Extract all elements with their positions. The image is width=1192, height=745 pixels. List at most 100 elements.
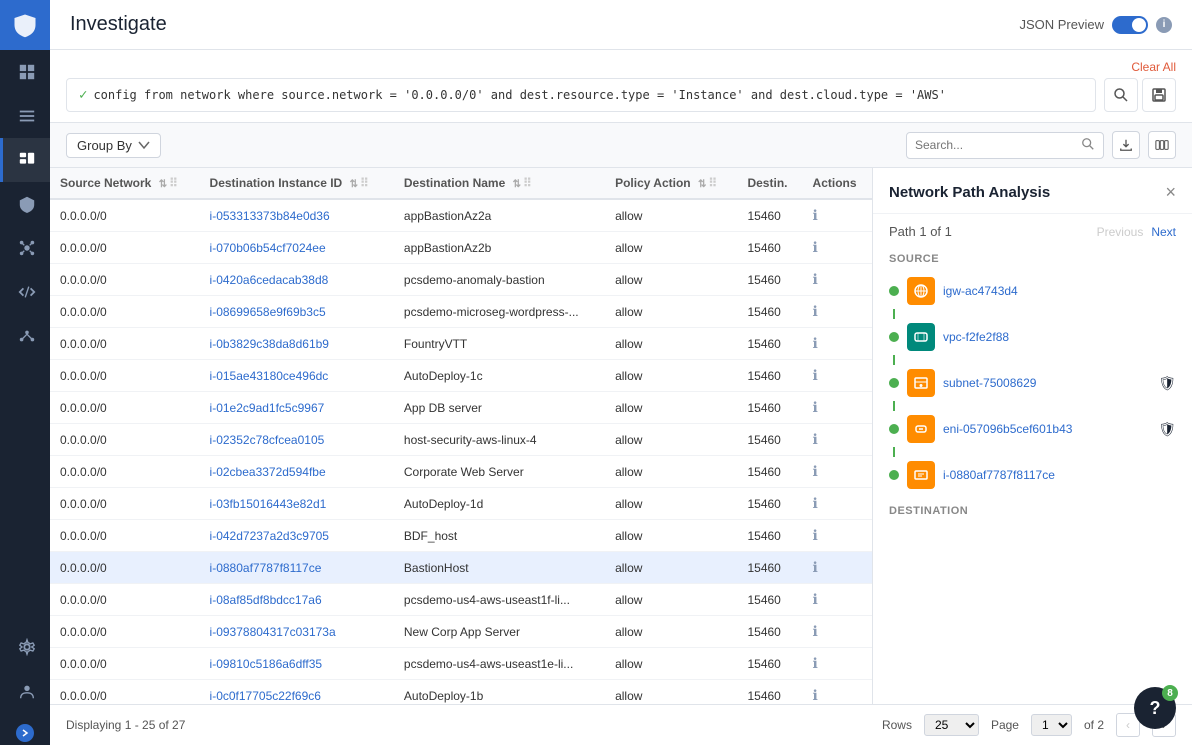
table-row[interactable]: 0.0.0.0/0 i-0b3829c38da8d61b9 FountryVTT… [50,328,872,360]
row-info-btn[interactable]: ℹ [813,527,818,543]
dest-id-link[interactable]: i-070b06b54cf7024ee [210,241,326,255]
row-info-btn[interactable]: ℹ [813,559,818,575]
table-row[interactable]: 0.0.0.0/0 i-0c0f17705c22f69c6 AutoDeploy… [50,680,872,705]
table-row[interactable]: 0.0.0.0/0 i-02352c78cfcea0105 host-secur… [50,424,872,456]
query-valid-icon: ✓ [79,87,87,103]
col-drag-destid[interactable]: ⠿ [360,176,369,190]
table-row[interactable]: 0.0.0.0/0 i-01e2c9ad1fc5c9967 App DB ser… [50,392,872,424]
dest-id-link[interactable]: i-0c0f17705c22f69c6 [210,689,321,703]
nav-expand-btn[interactable] [16,724,34,742]
sort-destid-icon[interactable]: ⇅ [350,179,358,190]
nav-user[interactable] [0,669,50,713]
row-info-btn[interactable]: ℹ [813,431,818,447]
row-info-btn[interactable]: ℹ [813,303,818,319]
table-row[interactable]: 0.0.0.0/0 i-02cbea3372d594fbe Corporate … [50,456,872,488]
nav-deploy[interactable] [0,314,50,358]
nav-dashboard[interactable] [0,50,50,94]
table-header-row: Source Network ⇅⠿ Destination Instance I… [50,168,872,199]
sort-policy-icon[interactable]: ⇅ [698,179,706,190]
row-info-btn[interactable]: ℹ [813,207,818,223]
row-info-btn[interactable]: ℹ [813,495,818,511]
cell-destin: 15460 [737,520,802,552]
row-info-btn[interactable]: ℹ [813,463,818,479]
query-save-btn[interactable] [1142,78,1176,112]
page-select[interactable]: 1 2 [1031,714,1072,736]
npa-node-eni-label[interactable]: eni-057096b5cef601b43 [943,422,1150,436]
npa-node-instance-label[interactable]: i-0880af7787f8117ce [943,468,1176,482]
nav-menu[interactable] [0,94,50,138]
dest-id-link[interactable]: i-09378804317c03173a [210,625,336,639]
table-row[interactable]: 0.0.0.0/0 i-053313373b84e0d36 appBastion… [50,199,872,232]
table-row[interactable]: 0.0.0.0/0 i-09378804317c03173a New Corp … [50,616,872,648]
npa-node-subnet-label[interactable]: subnet-75008629 [943,376,1150,390]
rows-select[interactable]: 25 50 100 [924,714,979,736]
dest-id-link[interactable]: i-09810c5186a6dff35 [210,657,323,671]
npa-dot-vpc [889,332,899,342]
query-row: ✓ config from network where source.netwo… [66,78,1176,112]
row-info-btn[interactable]: ℹ [813,335,818,351]
row-info-btn[interactable]: ℹ [813,591,818,607]
col-drag-source[interactable]: ⠿ [169,176,178,190]
dest-id-link[interactable]: i-0420a6cedacab38d8 [210,273,329,287]
row-info-btn[interactable]: ℹ [813,271,818,287]
dest-id-link[interactable]: i-015ae43180ce496dc [210,369,329,383]
info-icon[interactable]: i [1156,17,1172,33]
nav-shield[interactable] [0,182,50,226]
nav-network[interactable] [0,226,50,270]
dest-id-link[interactable]: i-03fb15016443e82d1 [210,497,327,511]
dest-id-link[interactable]: i-053313373b84e0d36 [210,209,330,223]
table-row[interactable]: 0.0.0.0/0 i-03fb15016443e82d1 AutoDeploy… [50,488,872,520]
row-info-btn[interactable]: ℹ [813,239,818,255]
cell-dest-name: AutoDeploy-1b [394,680,605,705]
search-icon[interactable] [1081,137,1095,154]
row-info-btn[interactable]: ℹ [813,623,818,639]
npa-node-igw-label[interactable]: igw-ac4743d4 [943,284,1176,298]
table-row[interactable]: 0.0.0.0/0 i-08af85df8bdcc17a6 pcsdemo-us… [50,584,872,616]
query-search-btn[interactable] [1104,78,1138,112]
path-prev-btn[interactable]: Previous [1097,225,1144,239]
nav-settings[interactable] [0,625,50,669]
table-row[interactable]: 0.0.0.0/0 i-0880af7787f8117ce BastionHos… [50,552,872,584]
table-container: Source Network ⇅⠿ Destination Instance I… [50,168,872,704]
table-row[interactable]: 0.0.0.0/0 i-08699658e9f69b3c5 pcsdemo-mi… [50,296,872,328]
table-row[interactable]: 0.0.0.0/0 i-0420a6cedacab38d8 pcsdemo-an… [50,264,872,296]
clear-all-btn[interactable]: Clear All [1131,60,1176,74]
columns-btn[interactable] [1148,131,1176,159]
sort-destname-icon[interactable]: ⇅ [513,179,521,190]
table-row[interactable]: 0.0.0.0/0 i-042d7237a2d3c9705 BDF_host a… [50,520,872,552]
nav-code[interactable] [0,270,50,314]
row-info-btn[interactable]: ℹ [813,367,818,383]
dest-id-link[interactable]: i-01e2c9ad1fc5c9967 [210,401,325,415]
table-row[interactable]: 0.0.0.0/0 i-070b06b54cf7024ee appBastion… [50,232,872,264]
dest-id-link[interactable]: i-0880af7787f8117ce [210,561,322,575]
dest-id-link[interactable]: i-02352c78cfcea0105 [210,433,325,447]
json-preview-toggle[interactable] [1112,16,1148,34]
col-drag-policy[interactable]: ⠿ [708,176,717,190]
dest-id-link[interactable]: i-08699658e9f69b3c5 [210,305,326,319]
cell-actions: ℹ [803,392,872,424]
nav-investigate[interactable] [0,138,50,182]
dest-id-link[interactable]: i-0b3829c38da8d61b9 [210,337,329,351]
dest-id-link[interactable]: i-042d7237a2d3c9705 [210,529,329,543]
col-drag-destname[interactable]: ⠿ [523,176,532,190]
npa-close-btn[interactable]: × [1165,182,1176,203]
npa-dot-subnet [889,378,899,388]
row-info-btn[interactable]: ℹ [813,687,818,703]
cell-dest-name: AutoDeploy-1d [394,488,605,520]
help-bubble[interactable]: ? 8 [1134,687,1176,729]
npa-node-vpc-label[interactable]: vpc-f2fe2f88 [943,330,1176,344]
app-logo[interactable] [0,0,50,50]
cell-dest-id: i-015ae43180ce496dc [200,360,394,392]
row-info-btn[interactable]: ℹ [813,399,818,415]
group-by-btn[interactable]: Group By [66,133,161,158]
dest-id-link[interactable]: i-02cbea3372d594fbe [210,465,326,479]
table-row[interactable]: 0.0.0.0/0 i-09810c5186a6dff35 pcsdemo-us… [50,648,872,680]
sort-source-icon[interactable]: ⇅ [159,179,167,190]
dest-id-link[interactable]: i-08af85df8bdcc17a6 [210,593,322,607]
path-next-btn[interactable]: Next [1151,225,1176,239]
row-info-btn[interactable]: ℹ [813,655,818,671]
search-input[interactable] [915,138,1075,152]
table-row[interactable]: 0.0.0.0/0 i-015ae43180ce496dc AutoDeploy… [50,360,872,392]
download-btn[interactable] [1112,131,1140,159]
cell-destin: 15460 [737,616,802,648]
